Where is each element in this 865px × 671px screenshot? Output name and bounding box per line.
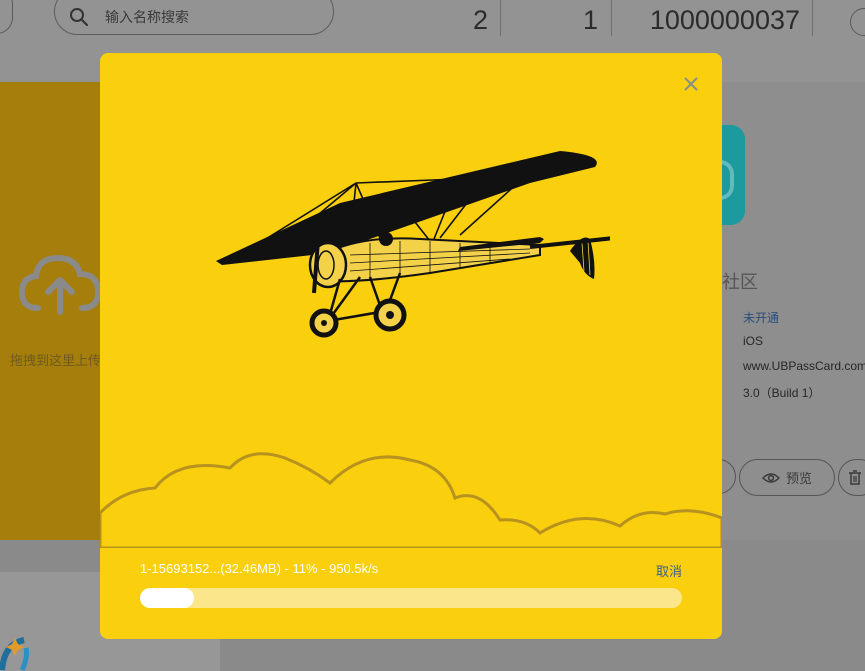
top-left-button[interactable] (0, 0, 13, 34)
preview-button[interactable]: 预览 (739, 459, 835, 496)
app-platform: iOS (743, 334, 764, 348)
upload-cloud-icon (18, 254, 102, 315)
upload-progress-fill (140, 588, 195, 608)
preview-label: 预览 (785, 471, 812, 486)
trash-icon (849, 469, 861, 485)
app-name: 社区 (722, 272, 758, 292)
search-icon (70, 7, 89, 26)
upload-dropzone[interactable]: 拖拽到这里上传 (0, 82, 102, 540)
stat-divider (500, 0, 501, 36)
airplane-illustration (216, 151, 610, 338)
clouds-illustration (100, 452, 722, 548)
close-icon[interactable] (680, 73, 702, 95)
stat-value-3: 1000000037 (649, 4, 800, 35)
app-version: 3.0（Build 1） (743, 386, 821, 400)
stat-divider (611, 0, 612, 36)
stat-value-1: 2 (472, 4, 488, 35)
app-status[interactable]: 未开通 (743, 309, 779, 326)
eye-icon (761, 472, 780, 483)
logo-icon (0, 637, 29, 671)
upload-status-text: 1-15693152...(32.46MB) - 11% - 950.5k/s (140, 561, 379, 576)
cancel-upload-link[interactable]: 取消 (656, 561, 682, 580)
stat-divider (812, 0, 813, 36)
app-icon (716, 125, 745, 225)
search-box[interactable] (54, 0, 334, 35)
upload-progress-dialog: 1-15693152...(32.46MB) - 11% - 950.5k/s … (100, 53, 722, 639)
stat-value-2: 1 (582, 4, 598, 35)
app-url: www.UBPassCard.com (743, 359, 865, 373)
top-right-button[interactable] (850, 8, 865, 36)
search-input[interactable] (103, 7, 307, 26)
upload-progress-bar (140, 588, 682, 608)
